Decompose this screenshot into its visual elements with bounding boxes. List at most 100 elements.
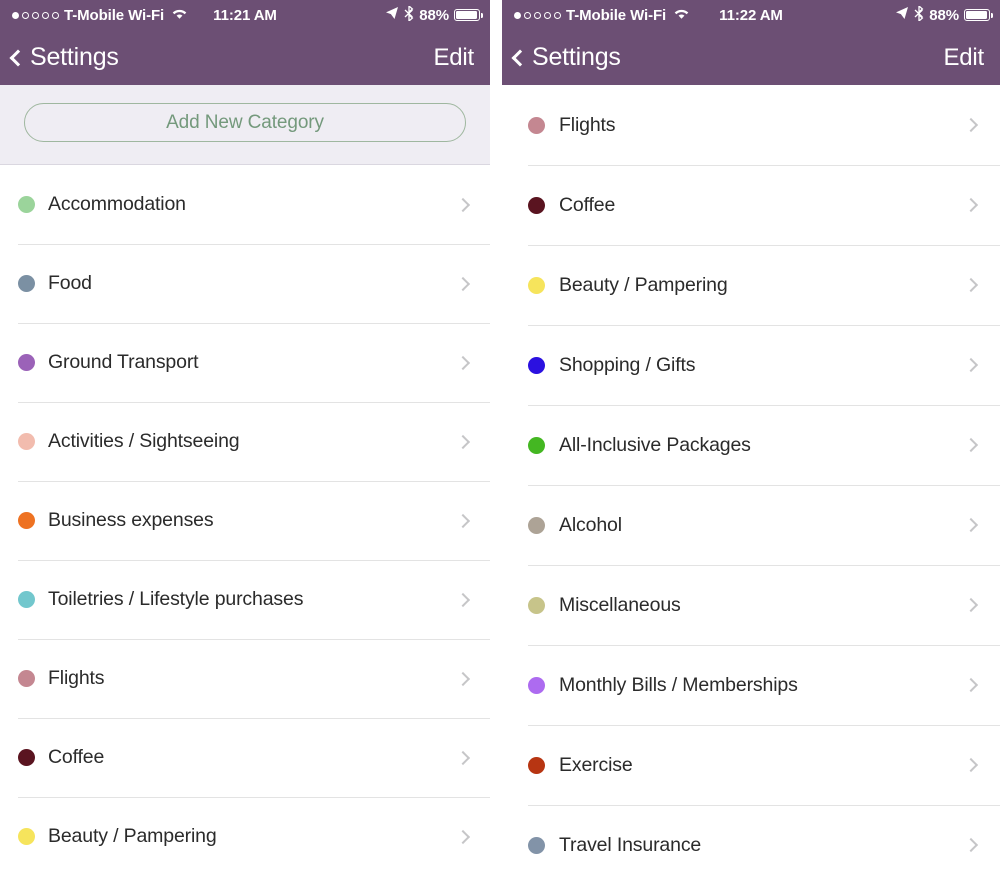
- chevron-right-icon: [963, 437, 979, 453]
- category-color-dot: [528, 676, 545, 694]
- carrier-label: T-Mobile Wi-Fi: [566, 6, 667, 24]
- page-title: Settings: [532, 43, 621, 71]
- chevron-left-icon: [9, 49, 27, 66]
- chevron-right-icon: [963, 117, 979, 133]
- category-label: Monthly Bills / Memberships: [559, 673, 798, 696]
- chevron-right-icon: [455, 276, 471, 291]
- category-row[interactable]: Flights: [0, 639, 490, 718]
- category-label: Toiletries / Lifestyle purchases: [48, 588, 304, 610]
- category-row[interactable]: All-Inclusive Packages: [502, 405, 1000, 485]
- category-label: Beauty / Pampering: [48, 825, 217, 847]
- panel-gutter: [490, 0, 502, 882]
- category-color-dot: [18, 196, 35, 213]
- status-bar-right: T-Mobile Wi-Fi 11:22 AM 88%: [502, 0, 1000, 30]
- page-title: Settings: [30, 43, 119, 71]
- chevron-right-icon: [963, 597, 979, 613]
- category-color-dot: [18, 591, 35, 608]
- category-row[interactable]: Accommodation: [0, 165, 490, 244]
- chevron-right-icon: [963, 357, 979, 373]
- category-label: Food: [48, 272, 92, 294]
- chevron-right-icon: [455, 592, 471, 607]
- category-row[interactable]: Beauty / Pampering: [0, 797, 490, 876]
- status-bar-left: T-Mobile Wi-Fi 11:21 AM 88%: [0, 0, 490, 30]
- category-row[interactable]: Beauty / Pampering: [502, 245, 1000, 325]
- chevron-right-icon: [455, 355, 471, 370]
- back-button[interactable]: Settings: [9, 43, 119, 72]
- nav-bar-left: Settings Edit: [0, 30, 490, 85]
- location-arrow-icon: [385, 6, 399, 24]
- category-row[interactable]: Exercise: [502, 725, 1000, 805]
- add-new-category-button[interactable]: Add New Category: [24, 103, 466, 142]
- category-color-dot: [528, 756, 545, 774]
- category-color-dot: [528, 516, 545, 534]
- battery-percent-label: 88%: [929, 6, 959, 24]
- bluetooth-icon: [914, 5, 924, 25]
- battery-percent-label: 88%: [419, 6, 449, 24]
- chevron-left-icon: [511, 49, 529, 66]
- category-label: Accommodation: [48, 193, 186, 215]
- category-label: Coffee: [48, 746, 105, 768]
- category-label: Ground Transport: [48, 351, 199, 373]
- category-row[interactable]: Flights: [502, 85, 1000, 165]
- chevron-right-icon: [963, 757, 979, 773]
- add-category-section: Add New Category: [0, 85, 490, 165]
- category-color-dot: [528, 836, 545, 854]
- category-color-dot: [18, 433, 35, 450]
- category-row[interactable]: Food: [0, 244, 490, 323]
- chevron-right-icon: [455, 671, 471, 686]
- category-row[interactable]: Travel Insurance: [502, 805, 1000, 882]
- wifi-icon: [171, 7, 188, 24]
- dual-screenshot-container: T-Mobile Wi-Fi 11:21 AM 88% Settings Edi…: [0, 0, 1000, 882]
- bluetooth-icon: [404, 5, 414, 25]
- category-row[interactable]: Coffee: [502, 165, 1000, 245]
- chevron-right-icon: [455, 750, 471, 765]
- category-row[interactable]: Coffee: [0, 718, 490, 797]
- chevron-right-icon: [455, 829, 471, 844]
- category-row[interactable]: Alcohol: [502, 485, 1000, 565]
- category-color-dot: [18, 275, 35, 292]
- category-row[interactable]: Monthly Bills / Memberships: [502, 645, 1000, 725]
- edit-button[interactable]: Edit: [943, 44, 984, 72]
- chevron-right-icon: [455, 197, 471, 212]
- category-row[interactable]: Business expenses: [0, 481, 490, 560]
- category-list-right: Flights Coffee Beauty / Pampering Shopping …: [502, 85, 1000, 882]
- location-arrow-icon: [895, 6, 909, 24]
- category-color-dot: [528, 116, 545, 134]
- category-label: Flights: [48, 667, 105, 689]
- category-color-dot: [18, 670, 35, 687]
- chevron-right-icon: [455, 434, 471, 449]
- nav-bar-right: Settings Edit: [502, 30, 1000, 85]
- battery-icon: [454, 9, 483, 21]
- category-row[interactable]: Shopping / Gifts: [502, 325, 1000, 405]
- category-label: Shopping / Gifts: [559, 353, 696, 376]
- category-color-dot: [528, 436, 545, 454]
- category-label: Beauty / Pampering: [559, 273, 728, 296]
- carrier-label: T-Mobile Wi-Fi: [64, 6, 165, 24]
- category-label: Business expenses: [48, 509, 214, 531]
- category-color-dot: [18, 749, 35, 766]
- category-row[interactable]: Activities / Sightseeing: [0, 402, 490, 481]
- edit-button[interactable]: Edit: [433, 44, 474, 72]
- category-row[interactable]: Ground Transport: [0, 323, 490, 402]
- right-phone-screen: T-Mobile Wi-Fi 11:22 AM 88% Settings Edi…: [502, 0, 1000, 882]
- category-label: Alcohol: [559, 513, 622, 536]
- category-color-dot: [528, 276, 545, 294]
- left-phone-screen: T-Mobile Wi-Fi 11:21 AM 88% Settings Edi…: [0, 0, 490, 882]
- category-color-dot: [18, 512, 35, 529]
- category-label: Coffee: [559, 193, 616, 216]
- back-button[interactable]: Settings: [511, 43, 621, 72]
- category-color-dot: [18, 354, 35, 371]
- category-label: Miscellaneous: [559, 593, 681, 616]
- category-color-dot: [528, 196, 545, 214]
- category-row[interactable]: Toiletries / Lifestyle purchases: [0, 560, 490, 639]
- status-bar-carrier-group: T-Mobile Wi-Fi: [12, 7, 188, 24]
- category-color-dot: [528, 356, 545, 374]
- category-list-left: Accommodation Food Ground Transport Activit…: [0, 165, 490, 876]
- status-bar-right-group: 88%: [895, 5, 993, 25]
- chevron-right-icon: [963, 517, 979, 533]
- signal-strength-dots: [12, 11, 59, 19]
- category-row[interactable]: Miscellaneous: [502, 565, 1000, 645]
- chevron-right-icon: [963, 677, 979, 693]
- status-bar-right-group: 88%: [385, 5, 483, 25]
- category-label: Activities / Sightseeing: [48, 430, 240, 452]
